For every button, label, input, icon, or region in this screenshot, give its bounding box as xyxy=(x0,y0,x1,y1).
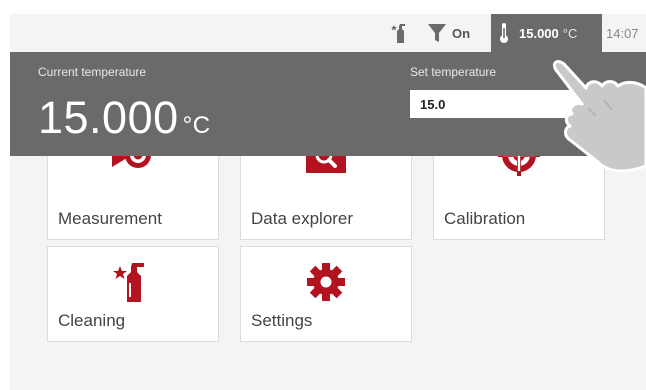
tile-label: Data explorer xyxy=(251,209,354,228)
status-temperature-unit: °C xyxy=(562,25,578,41)
settings-gear-icon xyxy=(307,263,345,301)
filter-status-label: On xyxy=(452,25,471,41)
current-temperature-value: 15.000 xyxy=(38,92,179,143)
tile-label: Measurement xyxy=(58,209,162,228)
status-cleaning-button[interactable] xyxy=(388,14,412,52)
cleaning-spray-icon xyxy=(113,263,144,302)
tile-label: Settings xyxy=(251,311,313,330)
current-temperature-unit: °C xyxy=(182,112,211,139)
tile-cleaning[interactable]: Cleaning xyxy=(47,246,219,342)
app-screen: On 15.000 °C 14:07 Measurement Data expl… xyxy=(10,14,646,390)
pointing-hand-icon xyxy=(552,60,646,173)
tile-data-explorer[interactable]: Data explorer xyxy=(240,144,412,240)
cleaning-spray-icon xyxy=(391,24,405,43)
status-filter-toggle[interactable]: On xyxy=(428,14,480,52)
status-temperature-value: 15.000 xyxy=(519,25,559,41)
thermometer-icon xyxy=(500,23,508,43)
current-temperature-readout: 15.000 °C xyxy=(38,92,211,144)
filter-icon xyxy=(428,24,446,42)
tile-label: Cleaning xyxy=(58,311,126,330)
current-temperature-label: Current temperature xyxy=(38,65,147,79)
tile-label: Calibration xyxy=(444,209,526,228)
set-temperature-label: Set temperature xyxy=(410,65,497,79)
tile-measurement[interactable]: Measurement xyxy=(47,144,219,240)
tile-settings[interactable]: Settings xyxy=(240,246,412,342)
